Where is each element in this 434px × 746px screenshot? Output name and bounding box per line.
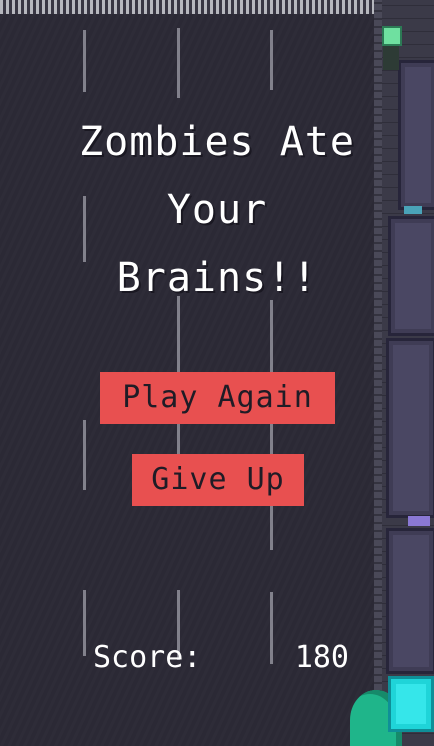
zombie-sprite	[377, 24, 405, 72]
lane-marking	[177, 28, 180, 98]
give-up-button[interactable]: Give Up	[132, 454, 304, 506]
game-scene: Zombies Ate Your Brains!! Play Again Giv…	[0, 0, 434, 746]
street-light	[408, 516, 430, 526]
score-display: Score: 180	[93, 632, 353, 684]
lane-marking	[270, 30, 273, 90]
building	[386, 338, 434, 518]
game-over-title-line: Your	[166, 187, 268, 233]
lane-marking	[83, 590, 86, 656]
lane-marking	[83, 420, 86, 490]
play-again-button[interactable]: Play Again	[100, 372, 335, 424]
score-label: Score:	[93, 640, 202, 675]
neon-block	[388, 676, 434, 732]
building	[386, 528, 434, 674]
score-value: 180	[294, 640, 349, 675]
game-over-title: Zombies Ate Your Brains!!	[0, 108, 434, 312]
road-edge-stripe	[0, 0, 434, 14]
lane-marking	[83, 30, 86, 92]
game-over-title-line: Zombies Ate	[79, 119, 355, 165]
game-over-title-line: Brains!!	[116, 255, 318, 301]
